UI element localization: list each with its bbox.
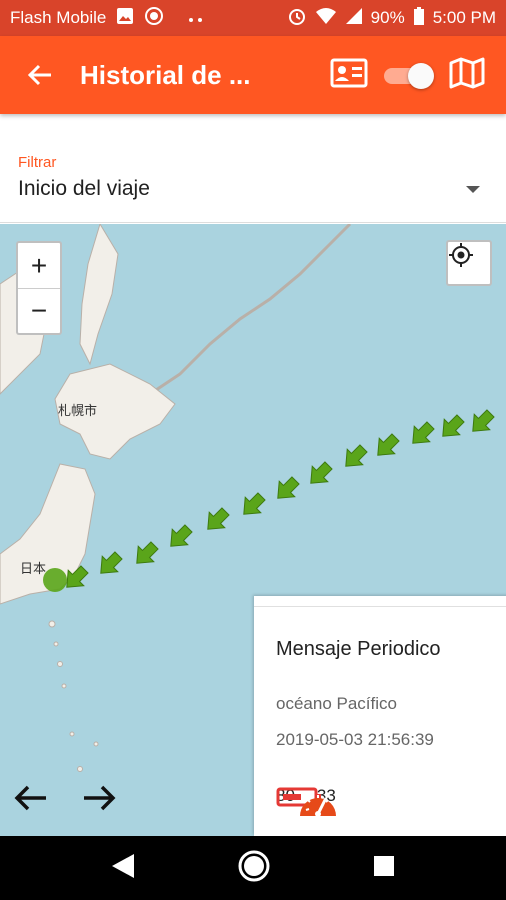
zoom-control: + −	[16, 241, 62, 335]
back-button[interactable]	[0, 36, 80, 114]
crosshair-icon	[449, 243, 473, 267]
route-arrow	[472, 409, 495, 432]
route-arrow	[207, 507, 230, 530]
card-title: Mensaje Periodico	[276, 638, 441, 660]
dropdown-arrow-icon	[466, 185, 480, 193]
card-location: océano Pacífico	[276, 694, 397, 713]
arrow-right-icon	[84, 785, 116, 811]
route-arrow	[100, 551, 123, 574]
page-title: Historial de ...	[80, 59, 251, 90]
image-icon	[116, 7, 134, 30]
filter-selected-value: Inicio del viaje	[18, 177, 150, 200]
app-bar: Historial de ...	[0, 36, 506, 114]
locate-button[interactable]	[446, 240, 492, 286]
route-arrow	[310, 461, 333, 484]
battery-percent: 90%	[370, 8, 405, 27]
route-arrow	[345, 444, 368, 467]
route-arrow	[377, 433, 400, 456]
divider	[0, 222, 506, 223]
route-arrow	[442, 414, 465, 437]
route-arrow	[170, 524, 193, 547]
nav-home-button[interactable]	[237, 849, 271, 888]
route-arrow	[243, 492, 266, 515]
battery-icon	[413, 6, 425, 31]
filter-section: Filtrar Inicio del viaje	[0, 114, 506, 224]
square-recents-icon	[373, 855, 394, 876]
route-arrow	[412, 421, 435, 444]
contact-card-icon	[330, 58, 368, 87]
speedometer-icon	[300, 795, 336, 817]
card-stats: 80 33	[276, 786, 336, 817]
view-toggle[interactable]	[382, 61, 434, 89]
nav-back-button[interactable]	[110, 852, 136, 885]
map-label-japan: 日本	[20, 561, 47, 576]
system-nav-bar	[0, 836, 506, 900]
arrow-left-icon	[14, 785, 46, 811]
map-icon	[449, 57, 485, 88]
carrier-name: Flash Mobile	[10, 8, 107, 27]
zoom-in-button[interactable]: +	[18, 243, 60, 288]
status-bar: Flash Mobile 90% 5:00 PM	[0, 0, 506, 36]
triangle-back-icon	[112, 853, 135, 878]
zoom-out-button[interactable]: −	[18, 288, 60, 333]
info-card: Mensaje Periodico océano Pacífico 2019-0…	[254, 596, 506, 836]
next-button[interactable]	[82, 784, 122, 824]
map-button[interactable]	[448, 57, 486, 94]
card-timestamp: 2019-05-03 21:56:39	[276, 730, 434, 749]
wifi-icon	[315, 7, 337, 30]
previous-button[interactable]	[14, 784, 54, 824]
map-view[interactable]: 札幌市 日本 + − Mensaje Periodico océano Pací…	[0, 224, 506, 836]
route-arrow	[277, 476, 300, 499]
circle-home-icon	[238, 850, 270, 881]
more-dots-icon	[188, 8, 204, 28]
route-arrow	[66, 565, 89, 588]
clock-time: 5:00 PM	[432, 8, 496, 27]
nav-recents-button[interactable]	[372, 854, 396, 883]
filter-label: Filtrar	[18, 154, 57, 171]
map-label-sapporo: 札幌市	[58, 403, 98, 418]
record-icon	[144, 6, 164, 31]
alarm-icon	[287, 6, 307, 31]
filter-select[interactable]: Inicio del viaje	[18, 177, 488, 201]
arrow-back-icon	[27, 64, 51, 86]
route-arrow	[136, 541, 159, 564]
contact-card-button[interactable]	[330, 58, 368, 93]
signal-icon	[345, 7, 363, 30]
